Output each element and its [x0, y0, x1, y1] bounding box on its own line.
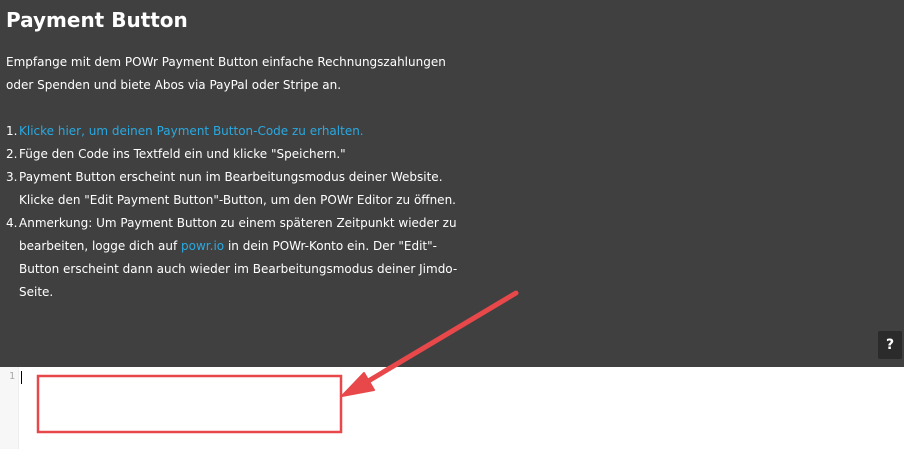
powr-io-link[interactable]: powr.io	[181, 239, 224, 253]
intro-line-2: oder Spenden und biete Abos via PayPal o…	[6, 78, 342, 92]
step-number: 3.	[6, 170, 18, 184]
code-editor[interactable]: 1	[0, 367, 904, 449]
step-1: 1. Klicke hier, um deinen Payment Button…	[6, 120, 457, 143]
step-number: 4.	[6, 216, 18, 230]
step-text-line: Payment Button erscheint nun im Bearbeit…	[19, 170, 443, 184]
get-code-link[interactable]: Klicke hier, um deinen Payment Button-Co…	[19, 124, 364, 138]
step-text-line: Klicke den "Edit Payment Button"-Button,…	[19, 193, 456, 207]
step-4: 4. Anmerkung: Um Payment Button zu einem…	[6, 212, 457, 304]
step-text-line: bearbeiten, logge dich auf powr.io in de…	[19, 235, 457, 258]
code-input-area[interactable]	[20, 367, 904, 449]
step-3: 3. Payment Button erscheint nun im Bearb…	[6, 166, 457, 212]
page-title: Payment Button	[6, 8, 188, 32]
step-text: in dein POWr-Konto ein. Der "Edit"-	[224, 239, 437, 253]
step-2: 2. Füge den Code ins Textfeld ein und kl…	[6, 143, 457, 166]
step-text: bearbeiten, logge dich auf	[19, 239, 182, 253]
help-button[interactable]: ?	[878, 331, 902, 359]
line-number-gutter: 1	[0, 367, 19, 449]
step-text-line: Seite.	[19, 285, 54, 299]
step-text-line: Anmerkung: Um Payment Button zu einem sp…	[19, 216, 457, 230]
intro-line-1: Empfange mit dem POWr Payment Button ein…	[6, 55, 446, 69]
intro-text: Empfange mit dem POWr Payment Button ein…	[6, 51, 446, 97]
text-cursor	[21, 371, 22, 384]
step-number: 1.	[6, 124, 18, 138]
line-number: 1	[8, 371, 15, 382]
steps-list: 1. Klicke hier, um deinen Payment Button…	[6, 120, 457, 304]
instructions-panel: Payment Button Empfange mit dem POWr Pay…	[0, 0, 904, 367]
step-number: 2.	[6, 147, 18, 161]
step-text: Füge den Code ins Textfeld ein und klick…	[19, 147, 346, 161]
step-text-line: Button erscheint dann auch wieder im Bea…	[19, 262, 458, 276]
